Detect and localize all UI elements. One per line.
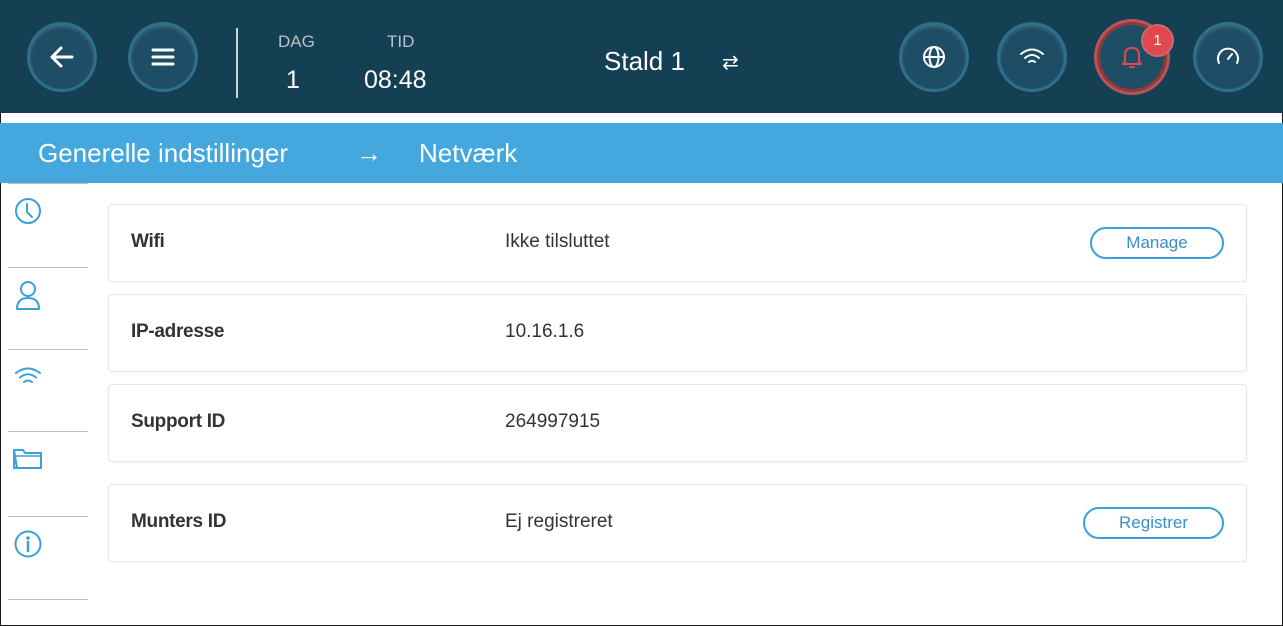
munters-id-value: Ej registreret <box>505 511 613 532</box>
support-id-value: 264997915 <box>505 411 601 432</box>
bell-icon <box>1122 47 1142 68</box>
time-label: TID <box>387 32 415 51</box>
alarm-count-badge: 1 <box>1143 26 1172 55</box>
dashboard-button[interactable] <box>1196 25 1260 89</box>
breadcrumb-parent[interactable]: Generelle indstillinger <box>38 138 288 169</box>
register-button[interactable]: Registrer <box>1083 507 1224 539</box>
ip-address-value: 10.16.1.6 <box>505 321 585 342</box>
ip-address-row: IP-adresse 10.16.1.6 <box>108 294 1247 372</box>
gauge-icon <box>1217 47 1239 64</box>
sidebar-item-files[interactable] <box>8 431 88 517</box>
menu-button[interactable] <box>131 25 195 89</box>
breadcrumb-current: Netværk <box>419 138 518 168</box>
sidebar-item-users[interactable] <box>8 267 88 353</box>
globe-icon <box>923 46 945 68</box>
sidebar <box>0 183 90 626</box>
sidebar-item-time[interactable] <box>8 183 88 269</box>
support-id-label: Support ID <box>131 411 226 432</box>
wifi-label: Wifi <box>131 231 165 252</box>
manage-button[interactable]: Manage <box>1090 227 1224 259</box>
breadcrumb: Generelle indstillinger → Netværk <box>0 123 1283 183</box>
clock-icon <box>15 198 41 224</box>
folder-icon <box>13 449 42 469</box>
day-label: DAG <box>278 32 315 51</box>
menu-icon <box>151 48 175 66</box>
sidebar-item-info[interactable] <box>8 516 88 602</box>
ip-address-label: IP-adresse <box>131 321 225 342</box>
wifi-row: Wifi Ikke tilsluttet Manage <box>108 204 1247 282</box>
wifi-icon <box>1020 48 1044 63</box>
house-name[interactable]: Stald 1 <box>604 46 685 77</box>
support-id-row: Support ID 264997915 <box>108 384 1247 462</box>
house-swap-icon[interactable]: ⇄ <box>722 50 739 75</box>
wifi-icon <box>15 367 41 383</box>
wifi-status: Ikke tilsluttet <box>505 231 610 252</box>
divider <box>236 28 238 98</box>
network-button[interactable] <box>1000 25 1064 89</box>
munters-id-label: Munters ID <box>131 511 227 532</box>
day-value: 1 <box>286 66 300 94</box>
back-arrow-icon <box>50 46 74 68</box>
language-button[interactable] <box>902 25 966 89</box>
back-button[interactable] <box>30 25 94 89</box>
top-bar: DAG 1 TID 08:48 Stald 1 ⇄ 1 <box>0 0 1283 113</box>
sidebar-divider <box>8 599 88 600</box>
user-icon <box>16 281 40 310</box>
munters-id-row: Munters ID Ej registreret Registrer <box>108 484 1247 562</box>
info-icon <box>14 530 42 558</box>
time-value: 08:48 <box>364 66 427 94</box>
breadcrumb-arrow-icon: → <box>356 138 382 168</box>
sidebar-item-network[interactable] <box>8 349 88 435</box>
